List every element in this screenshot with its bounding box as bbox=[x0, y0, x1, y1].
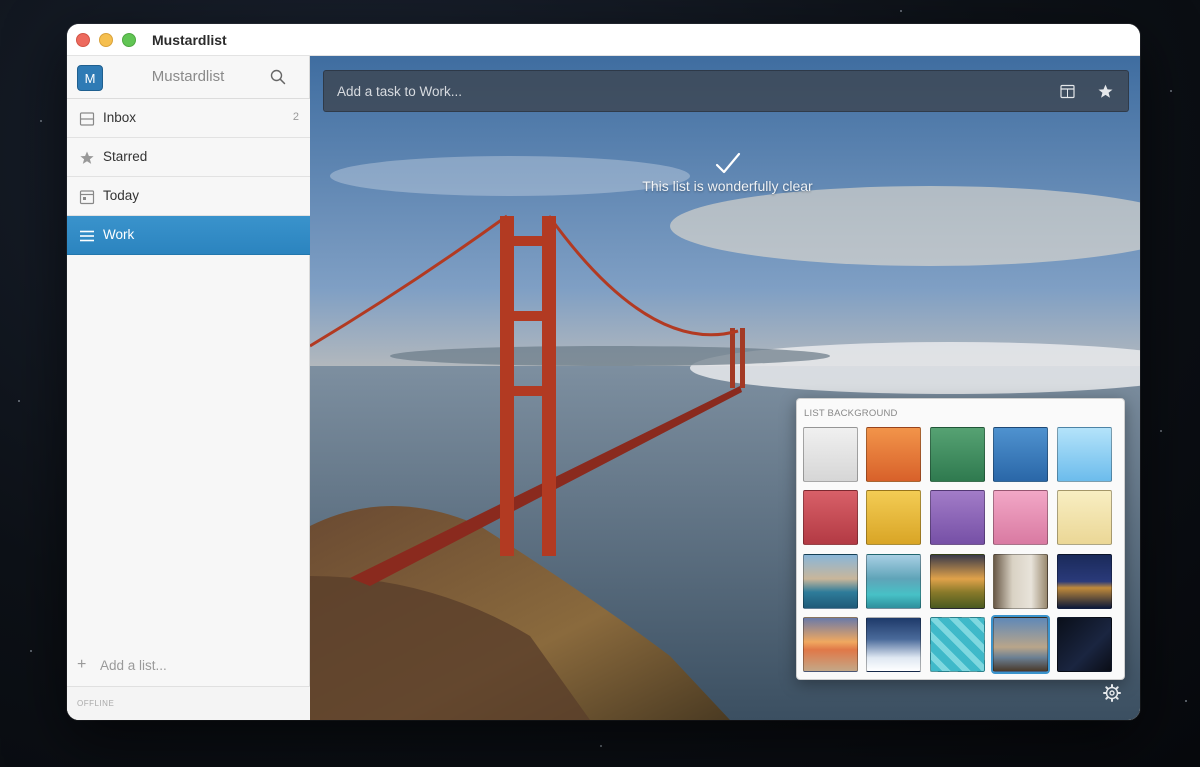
task-list-area: Add a task to Work... This list is wonde… bbox=[310, 56, 1140, 720]
swatch-golden-gate-bridge[interactable] bbox=[993, 617, 1048, 672]
sidebar-footer: OFFLINE bbox=[67, 686, 310, 720]
add-task-bar[interactable]: Add a task to Work... bbox=[323, 70, 1129, 112]
star-task-icon[interactable] bbox=[1097, 83, 1114, 100]
background-picker-popover: LIST BACKGROUND bbox=[796, 398, 1125, 680]
list-icon bbox=[80, 230, 94, 242]
title-bar: Mustardlist bbox=[67, 24, 1140, 56]
sidebar-item-inbox[interactable]: Inbox 2 bbox=[67, 99, 310, 138]
maximize-window-button[interactable] bbox=[122, 33, 136, 47]
swatch-yellow[interactable] bbox=[866, 490, 921, 545]
sidebar-item-work[interactable]: Work bbox=[67, 216, 310, 255]
swatch-cream[interactable] bbox=[1057, 490, 1112, 545]
swatch-city-night[interactable] bbox=[1057, 554, 1112, 609]
sidebar-item-today[interactable]: Today bbox=[67, 177, 310, 216]
connection-status: OFFLINE bbox=[77, 699, 115, 708]
empty-list-message: This list is wonderfully clear bbox=[642, 178, 813, 194]
sidebar-app-name: Mustardlist bbox=[151, 68, 225, 85]
swatch-light-gray[interactable] bbox=[803, 427, 858, 482]
swatch-dark-sky[interactable] bbox=[1057, 617, 1112, 672]
app-window: Mustardlist M Mustardlist Inbox 2 Starre… bbox=[67, 24, 1140, 720]
swatch-red[interactable] bbox=[803, 490, 858, 545]
avatar[interactable]: M bbox=[77, 65, 103, 91]
star-icon bbox=[80, 151, 94, 164]
swatch-golden-field[interactable] bbox=[930, 554, 985, 609]
checkmark-icon bbox=[715, 152, 741, 174]
sidebar-item-label: Inbox bbox=[103, 110, 137, 125]
sidebar-header: M Mustardlist bbox=[67, 56, 309, 99]
background-picker-title: LIST BACKGROUND bbox=[804, 408, 898, 419]
swatch-cloud-pattern[interactable] bbox=[930, 617, 985, 672]
swatch-purple[interactable] bbox=[930, 490, 985, 545]
add-list-label: Add a list... bbox=[100, 658, 167, 673]
minimize-window-button[interactable] bbox=[99, 33, 113, 47]
sidebar-item-starred[interactable]: Starred bbox=[67, 138, 310, 177]
swatch-tropical-lagoon[interactable] bbox=[866, 554, 921, 609]
close-window-button[interactable] bbox=[76, 33, 90, 47]
inbox-count-badge: 2 bbox=[292, 111, 299, 123]
swatch-light-blue[interactable] bbox=[1057, 427, 1112, 482]
sidebar: M Mustardlist Inbox 2 Starred Today Work… bbox=[67, 56, 310, 720]
window-title: Mustardlist bbox=[152, 32, 227, 48]
plus-icon: + bbox=[77, 656, 87, 673]
due-date-icon[interactable] bbox=[1060, 84, 1075, 99]
search-icon[interactable] bbox=[270, 69, 286, 85]
swatch-green[interactable] bbox=[930, 427, 985, 482]
calendar-icon bbox=[79, 190, 95, 205]
swatch-pink[interactable] bbox=[993, 490, 1048, 545]
settings-gear-icon[interactable] bbox=[1103, 684, 1121, 702]
swatch-room-interior[interactable] bbox=[993, 554, 1048, 609]
swatch-orange[interactable] bbox=[866, 427, 921, 482]
add-list-button[interactable]: + Add a list... bbox=[77, 656, 277, 676]
sidebar-item-label: Today bbox=[103, 188, 140, 203]
swatch-beach-sunset[interactable] bbox=[803, 617, 858, 672]
swatch-blue[interactable] bbox=[993, 427, 1048, 482]
swatch-snowy-forest[interactable] bbox=[866, 617, 921, 672]
inbox-icon bbox=[79, 112, 95, 126]
add-task-input[interactable]: Add a task to Work... bbox=[337, 84, 462, 99]
sidebar-item-label: Starred bbox=[103, 149, 148, 164]
sidebar-item-label: Work bbox=[103, 227, 135, 242]
swatch-coastal-town[interactable] bbox=[803, 554, 858, 609]
